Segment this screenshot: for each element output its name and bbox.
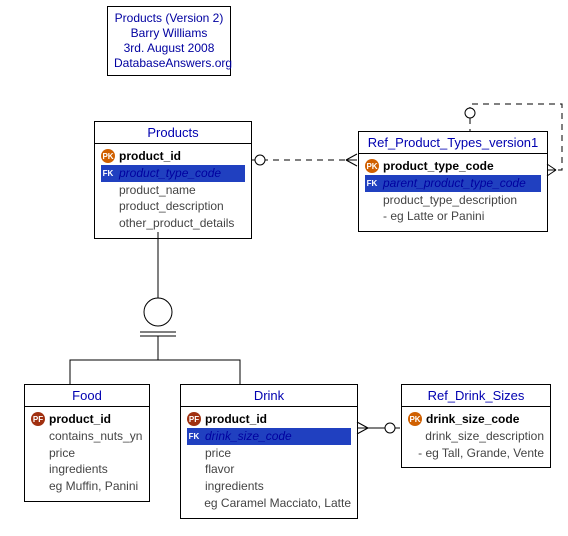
field: product_id [49, 411, 111, 428]
entity-body: PF product_id FK drink_size_code price fla… [181, 407, 357, 518]
pk-icon: PK [101, 149, 115, 163]
field: product_name [119, 182, 196, 199]
field: drink_size_description [425, 428, 544, 445]
field: ingredients [205, 478, 264, 495]
field: price [49, 445, 75, 462]
field: - eg Tall, Grande, Vente [418, 445, 544, 462]
fk-icon: FK [365, 176, 379, 190]
field: product_type_code [119, 165, 221, 182]
field: product_id [119, 148, 181, 165]
info-title: Products (Version 2) [114, 11, 224, 26]
field: ingredients [49, 461, 108, 478]
entity-body: PF product_id contains_nuts_yn price ingr… [25, 407, 149, 501]
field: product_description [119, 198, 224, 215]
entity-title: Ref_Drink_Sizes [402, 385, 550, 407]
entity-food: Food PF product_id contains_nuts_yn price… [24, 384, 150, 502]
field: drink_size_code [205, 428, 292, 445]
pf-icon: PF [31, 412, 45, 426]
field: parent_product_type_code [383, 175, 526, 192]
entity-ref-product-types: Ref_Product_Types_version1 PK product_typ… [358, 131, 548, 232]
diagram-info-box: Products (Version 2) Barry Williams 3rd.… [107, 6, 231, 76]
field: price [205, 445, 231, 462]
fk-icon: FK [187, 429, 201, 443]
field: product_type_description [383, 192, 517, 209]
field: contains_nuts_yn [49, 428, 142, 445]
field: eg Muffin, Panini [49, 478, 138, 495]
pf-icon: PF [187, 412, 201, 426]
field: product_type_code [383, 158, 494, 175]
entity-body: PK drink_size_code drink_size_description… [402, 407, 550, 467]
info-date: 3rd. August 2008 [114, 41, 224, 56]
entity-body: PK product_id FK product_type_code product… [95, 144, 251, 238]
fk-icon: FK [101, 166, 115, 180]
entity-drink: Drink PF product_id FK drink_size_code pri… [180, 384, 358, 519]
pk-icon: PK [365, 159, 379, 173]
entity-products: Products PK product_id FK product_type_cod… [94, 121, 252, 239]
entity-title: Ref_Product_Types_version1 [359, 132, 547, 154]
field: drink_size_code [426, 411, 519, 428]
entity-ref-drink-sizes: Ref_Drink_Sizes PK drink_size_code drink_… [401, 384, 551, 468]
info-author: Barry Williams [114, 26, 224, 41]
entity-title: Drink [181, 385, 357, 407]
entity-body: PK product_type_code FK parent_product_typ… [359, 154, 547, 231]
entity-title: Food [25, 385, 149, 407]
field: other_product_details [119, 215, 234, 232]
pk-icon: PK [408, 412, 422, 426]
field: eg Caramel Macciato, Latte [204, 495, 351, 512]
field: - eg Latte or Panini [383, 208, 484, 225]
field: product_id [205, 411, 267, 428]
info-source: DatabaseAnswers.org [114, 56, 224, 71]
entity-title: Products [95, 122, 251, 144]
field: flavor [205, 461, 234, 478]
